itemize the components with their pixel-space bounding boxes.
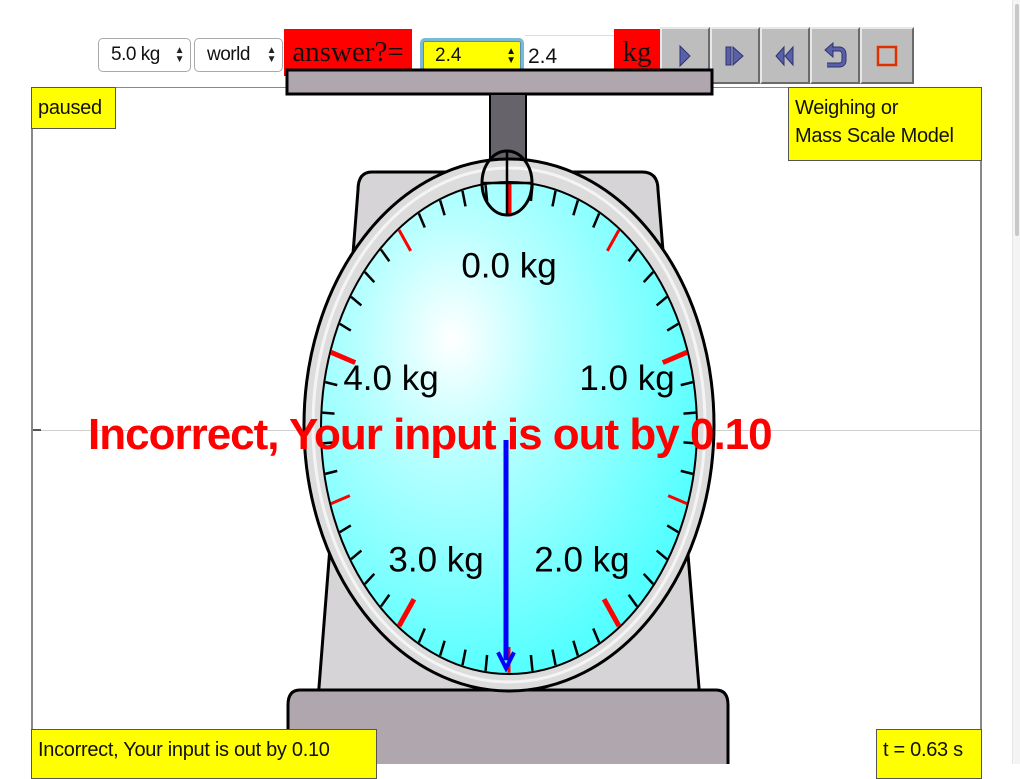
time-readout: t = 0.63 s (883, 739, 963, 761)
feedback-box: Incorrect, Your input is out by 0.10 (31, 729, 377, 779)
scale-pan (285, 68, 714, 96)
status-badge: paused (31, 87, 116, 129)
feedback-text: Incorrect, Your input is out by 0.10 (38, 739, 330, 761)
minor-tick (529, 654, 534, 671)
model-title-box: Weighing or Mass Scale Model (788, 87, 982, 161)
model-title-line1: Weighing or (795, 97, 899, 119)
minor-tick (484, 654, 489, 671)
dial-label: 4.0 kg (343, 359, 438, 398)
model-title-line2: Mass Scale Model (795, 125, 954, 147)
dial-label: 2.0 kg (534, 540, 629, 579)
status-text: paused (38, 97, 102, 119)
overlay-feedback-message: Incorrect, Your input is out by 0.10 (88, 410, 773, 459)
scrollbar-thumb[interactable] (1015, 4, 1019, 236)
dial-label: 0.0 kg (461, 247, 556, 286)
dial-label: 3.0 kg (388, 540, 483, 579)
dial-label: 1.0 kg (579, 359, 674, 398)
time-box: t = 0.63 s (876, 729, 982, 779)
